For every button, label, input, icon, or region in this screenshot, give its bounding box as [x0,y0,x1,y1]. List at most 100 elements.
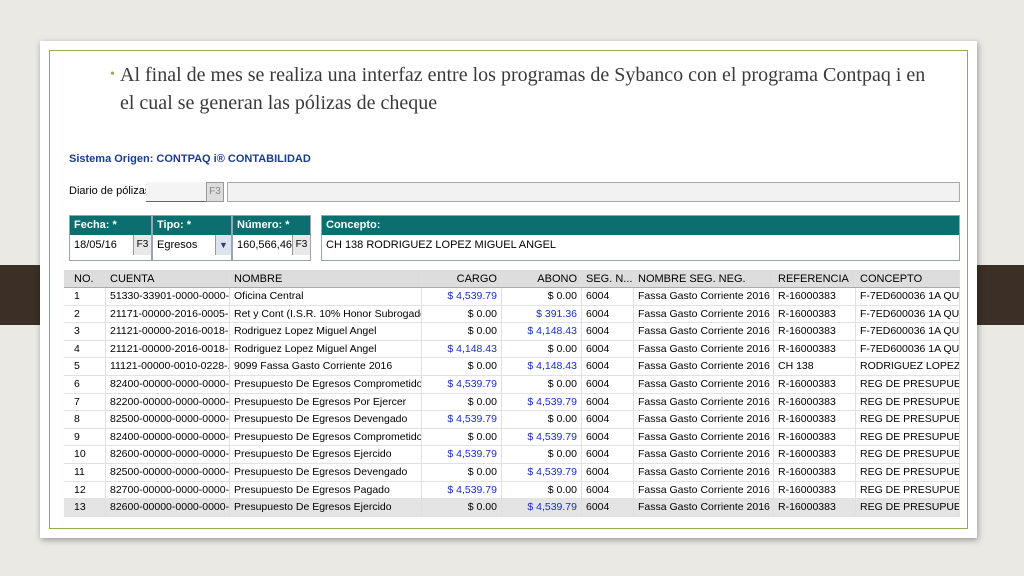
tipo-select[interactable]: Egresos ▼ [153,235,231,255]
cell-abono[interactable]: $ 4,148.43 [502,358,582,375]
cell-seg-neg[interactable]: 6004 [582,323,634,340]
cell-nombre-seg-neg[interactable]: Fassa Gasto Corriente 2016 [634,411,774,428]
cell-concepto[interactable]: REG DE PRESUPUES [856,481,960,499]
col-header-cuenta[interactable]: CUENTA [106,270,230,287]
cell-nombre[interactable]: Ret y Cont (I.S.R. 10% Honor Subrogado..… [230,305,422,323]
cell-cuenta[interactable]: 82700-00000-0000-0000-... [106,481,230,499]
cell-cuenta[interactable]: 82400-00000-0000-0000-... [106,375,230,393]
cell-cargo[interactable]: $ 0.00 [422,428,502,446]
cell-seg-neg[interactable]: 6004 [582,463,634,481]
table-row[interactable]: 5 11121-00000-0010-0228-... 9099 Fassa Gas… [64,358,960,376]
cell-referencia[interactable]: R-16000383 [774,393,856,411]
cell-nombre-seg-neg[interactable]: Fassa Gasto Corriente 2016 [634,463,774,481]
cell-seg-neg[interactable]: 6004 [582,428,634,446]
cell-concepto[interactable]: F-7ED600036 1A QU [856,340,960,358]
cell-abono[interactable]: $ 0.00 [502,481,582,499]
col-header-seg-neg[interactable]: SEG. N... [582,270,634,287]
cell-referencia[interactable]: R-16000383 [774,340,856,358]
cell-nombre[interactable]: Presupuesto De Egresos Por Ejercer [230,393,422,411]
cell-no[interactable]: 9 [64,428,106,446]
cell-nombre[interactable]: Presupuesto De Egresos Devengado [230,411,422,428]
cell-nombre-seg-neg[interactable]: Fassa Gasto Corriente 2016 [634,481,774,499]
cell-cuenta[interactable]: 51330-33901-0000-0000-... [106,288,230,305]
cell-cargo[interactable]: $ 4,539.79 [422,481,502,499]
cell-seg-neg[interactable]: 6004 [582,393,634,411]
cell-nombre[interactable]: Presupuesto De Egresos Comprometido [230,428,422,446]
chevron-down-icon[interactable]: ▼ [215,235,231,255]
cell-concepto[interactable]: REG DE PRESUPUES [856,411,960,428]
cell-cargo[interactable]: $ 4,539.79 [422,411,502,428]
cell-abono[interactable]: $ 391.36 [502,305,582,323]
col-header-nombre-seg-neg[interactable]: NOMBRE SEG. NEG. [634,270,774,287]
cell-no[interactable]: 7 [64,393,106,411]
numero-f3-button[interactable]: F3 [292,235,310,255]
cell-no[interactable]: 5 [64,358,106,375]
cell-no[interactable]: 1 [64,288,106,305]
fecha-input[interactable]: 18/05/16 F3 [70,235,151,255]
cell-seg-neg[interactable]: 6004 [582,340,634,358]
cell-concepto[interactable]: REG DE PRESUPUES [856,375,960,393]
cell-concepto[interactable]: F-7ED600036 1A QU [856,288,960,305]
cell-referencia[interactable]: R-16000383 [774,428,856,446]
cell-cuenta[interactable]: 21121-00000-2016-0018-... [106,340,230,358]
diario-f3-button[interactable]: F3 [206,182,224,202]
cell-no[interactable]: 8 [64,411,106,428]
cell-seg-neg[interactable]: 6004 [582,358,634,375]
cell-referencia[interactable]: R-16000383 [774,499,856,516]
table-row[interactable]: 10 82600-00000-0000-0000-... Presupuesto D… [64,446,960,464]
col-header-cargo[interactable]: CARGO [422,270,502,287]
table-row[interactable]: 9 82400-00000-0000-0000-... Presupuesto De… [64,428,960,447]
cell-nombre-seg-neg[interactable]: Fassa Gasto Corriente 2016 [634,358,774,375]
cell-concepto[interactable]: REG DE PRESUPUES [856,393,960,411]
cell-nombre-seg-neg[interactable]: Fassa Gasto Corriente 2016 [634,288,774,305]
table-row[interactable]: 4 21121-00000-2016-0018-... Rodriguez Lope… [64,340,960,359]
cell-cuenta[interactable]: 11121-00000-0010-0228-... [106,358,230,375]
cell-referencia[interactable]: R-16000383 [774,446,856,463]
table-row[interactable]: 7 82200-00000-0000-0000-... Presupuesto De… [64,393,960,412]
cell-nombre-seg-neg[interactable]: Fassa Gasto Corriente 2016 [634,428,774,446]
cell-referencia[interactable]: R-16000383 [774,305,856,323]
cell-nombre[interactable]: Rodriguez Lopez Miguel Angel [230,340,422,358]
table-row[interactable]: 12 82700-00000-0000-0000-... Presupuesto D… [64,481,960,500]
cell-cargo[interactable]: $ 0.00 [422,305,502,323]
concepto-input[interactable]: CH 138 RODRIGUEZ LOPEZ MIGUEL ANGEL [322,235,959,255]
cell-abono[interactable]: $ 4,539.79 [502,393,582,411]
cell-cuenta[interactable]: 82500-00000-0000-0000-... [106,411,230,428]
cell-referencia[interactable]: R-16000383 [774,411,856,428]
diario-polizas-input[interactable] [146,182,206,202]
cell-cargo[interactable]: $ 0.00 [422,358,502,375]
cell-nombre-seg-neg[interactable]: Fassa Gasto Corriente 2016 [634,375,774,393]
cell-cuenta[interactable]: 21121-00000-2016-0018-... [106,323,230,340]
cell-nombre-seg-neg[interactable]: Fassa Gasto Corriente 2016 [634,323,774,340]
cell-cargo[interactable]: $ 4,539.79 [422,446,502,463]
cell-referencia[interactable]: CH 138 [774,358,856,375]
cell-seg-neg[interactable]: 6004 [582,499,634,516]
cell-concepto[interactable]: REG DE PRESUPUES [856,463,960,481]
cell-cuenta[interactable]: 82600-00000-0000-0000-... [106,499,230,516]
cell-abono[interactable]: $ 0.00 [502,288,582,305]
cell-cuenta[interactable]: 82200-00000-0000-0000-... [106,393,230,411]
cell-nombre-seg-neg[interactable]: Fassa Gasto Corriente 2016 [634,499,774,516]
table-row[interactable]: 1 51330-33901-0000-0000-... Oficina Centra… [64,288,960,306]
cell-referencia[interactable]: R-16000383 [774,323,856,340]
cell-nombre[interactable]: Presupuesto De Egresos Devengado [230,463,422,481]
col-header-concepto[interactable]: CONCEPTO [856,270,960,287]
cell-concepto[interactable]: F-7ED600036 1A QU [856,305,960,323]
cell-no[interactable]: 10 [64,446,106,463]
cell-abono[interactable]: $ 0.00 [502,411,582,428]
cell-cargo[interactable]: $ 4,539.79 [422,375,502,393]
cell-concepto[interactable]: REG DE PRESUPUES [856,499,960,516]
cell-no[interactable]: 6 [64,375,106,393]
cell-cargo[interactable]: $ 0.00 [422,499,502,516]
cell-seg-neg[interactable]: 6004 [582,288,634,305]
fecha-f3-button[interactable]: F3 [133,235,151,255]
table-row[interactable]: 3 21121-00000-2016-0018-... Rodriguez Lope… [64,323,960,341]
cell-no[interactable]: 4 [64,340,106,358]
cell-referencia[interactable]: R-16000383 [774,463,856,481]
cell-seg-neg[interactable]: 6004 [582,375,634,393]
cell-abono[interactable]: $ 4,539.79 [502,463,582,481]
cell-cuenta[interactable]: 82400-00000-0000-0000-... [106,428,230,446]
cell-concepto[interactable]: RODRIGUEZ LOPEZ M [856,358,960,375]
cell-cargo[interactable]: $ 4,539.79 [422,288,502,305]
cell-referencia[interactable]: R-16000383 [774,288,856,305]
